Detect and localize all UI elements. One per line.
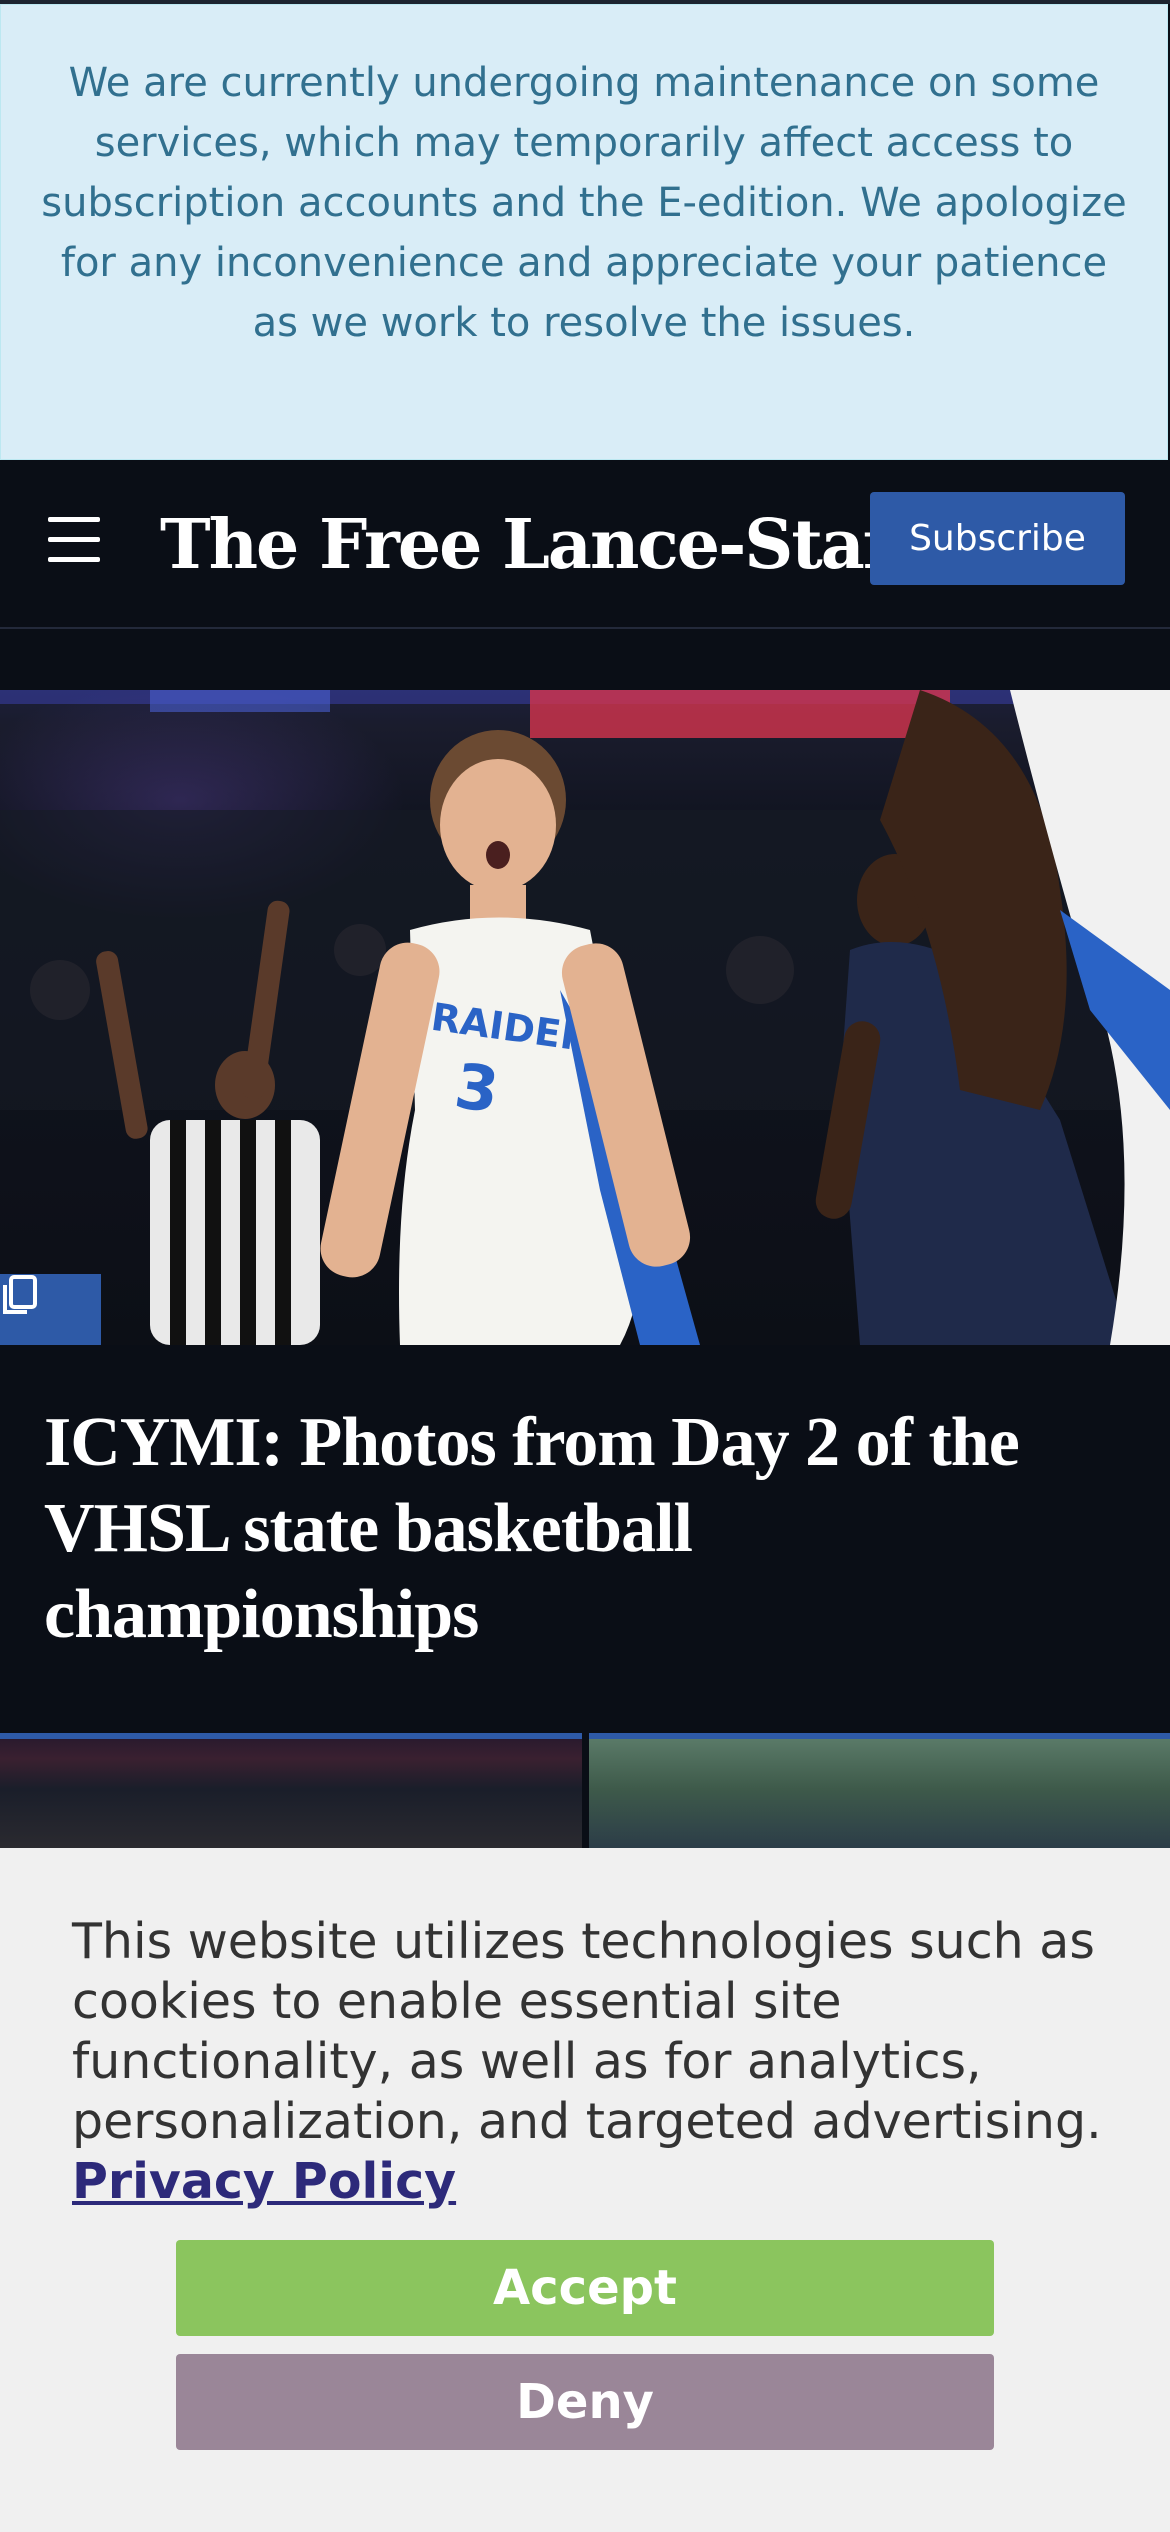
site-logo[interactable]: The Free Lance-Star xyxy=(160,500,899,590)
hero-image[interactable]: RAIDERS 3 xyxy=(0,690,1170,1345)
privacy-policy-link[interactable]: Privacy Policy xyxy=(72,2153,456,2210)
maintenance-message: We are currently undergoing maintenance … xyxy=(41,60,1127,346)
gallery-icon[interactable] xyxy=(0,1274,101,1345)
maintenance-notice: We are currently undergoing maintenance … xyxy=(0,4,1168,460)
cookie-consent-banner: This website utilizes technologies such … xyxy=(0,1848,1170,2532)
article-headline[interactable]: ICYMI: Photos from Day 2 of the VHSL sta… xyxy=(44,1400,1124,1658)
cookie-message: This website utilizes technologies such … xyxy=(72,1913,1102,2150)
article-thumbnail-left[interactable] xyxy=(0,1733,582,1848)
site-header: The Free Lance-Star Subscribe xyxy=(0,462,1170,629)
accept-button[interactable]: Accept xyxy=(176,2240,994,2336)
deny-button[interactable]: Deny xyxy=(176,2354,994,2450)
hero-photo-illustration: RAIDERS 3 xyxy=(0,690,1170,1345)
subscribe-button[interactable]: Subscribe xyxy=(870,492,1125,585)
cookie-message-block: This website utilizes technologies such … xyxy=(72,1912,1112,2212)
hamburger-menu-icon[interactable] xyxy=(48,517,100,565)
article-thumbnail-right[interactable] xyxy=(589,1733,1170,1848)
